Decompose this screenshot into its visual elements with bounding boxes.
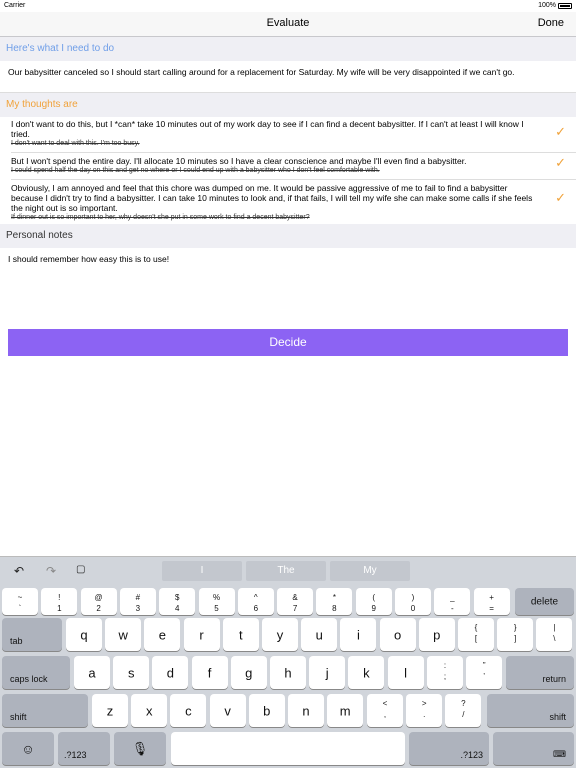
key-i[interactable]: i — [340, 618, 377, 651]
notes-textarea[interactable]: I should remember how easy this is to us… — [8, 254, 169, 264]
tab-key[interactable]: tab — [2, 618, 62, 651]
key-n[interactable]: n — [288, 694, 324, 727]
battery-indicator: 100% — [538, 2, 572, 9]
keyboard-dismiss-icon[interactable]: ⌨ — [493, 732, 574, 765]
section-header-thoughts: My thoughts are — [0, 93, 576, 117]
key-7[interactable]: & 7 — [277, 588, 314, 615]
status-bar: Carrier 100% — [0, 0, 576, 12]
key-q[interactable]: q — [66, 618, 102, 651]
thought-row[interactable]: But I won't spend the entire day. I'll a… — [0, 156, 576, 175]
thought-text: Obviously, I am annoyed and feel that th… — [11, 183, 533, 213]
shift-left-key[interactable]: shift — [2, 694, 88, 727]
key-symbol[interactable]: ”’ — [466, 656, 503, 689]
key-`[interactable]: ~ ` — [2, 588, 38, 615]
checkmark-icon: ✓ — [555, 190, 566, 205]
key-x[interactable]: x — [131, 694, 168, 727]
key-1[interactable]: ! 1 — [41, 588, 78, 615]
divider — [11, 152, 576, 153]
key-0[interactable]: ) 0 — [395, 588, 431, 615]
shift-right-key[interactable]: shift — [487, 694, 574, 727]
carrier-label: Carrier — [4, 2, 26, 9]
key-symbol[interactable]: <, — [367, 694, 403, 727]
key-l[interactable]: l — [387, 656, 424, 689]
thought-original-text: I could spend half the day on this and g… — [11, 167, 380, 174]
paste-icon[interactable]: ▢ — [76, 564, 85, 575]
key-s[interactable]: s — [113, 656, 150, 689]
key-y[interactable]: y — [262, 618, 298, 651]
key-u[interactable]: u — [301, 618, 338, 651]
suggestion-item[interactable]: The — [246, 561, 326, 581]
thought-row[interactable]: Obviously, I am annoyed and feel that th… — [0, 183, 576, 222]
key-c[interactable]: c — [170, 694, 207, 727]
keyboard: ↶ ↷ ▢ I The My delete tab caps lock retu… — [0, 556, 576, 768]
key-v[interactable]: v — [209, 694, 246, 727]
nav-bar: Evaluate Done — [0, 12, 576, 37]
key-h[interactable]: h — [270, 656, 306, 689]
battery-icon — [558, 2, 572, 9]
key-z[interactable]: z — [92, 694, 128, 727]
suggestion-item[interactable]: I — [162, 561, 242, 581]
return-key[interactable]: return — [506, 656, 574, 689]
numbers-key-left[interactable]: .?123 — [58, 732, 110, 765]
key-4[interactable]: $4 — [159, 588, 196, 615]
problem-text[interactable]: Our babysitter canceled so I should star… — [0, 61, 576, 93]
key-f[interactable]: f — [191, 656, 228, 689]
caps-lock-key[interactable]: caps lock — [2, 656, 70, 689]
key-t[interactable]: t — [222, 618, 259, 651]
decide-button[interactable]: Decide — [8, 329, 568, 356]
key-w[interactable]: w — [105, 618, 142, 651]
thought-text: I don't want to do this, but I *can* tak… — [11, 119, 524, 139]
emoji-key[interactable]: ☺ — [2, 732, 54, 765]
key-m[interactable]: m — [327, 694, 364, 727]
numbers-key-right[interactable]: .?123 — [409, 732, 489, 765]
thought-row[interactable]: I don't want to do this, but I *can* tak… — [0, 119, 576, 148]
checkmark-icon: ✓ — [555, 124, 566, 139]
redo-icon[interactable]: ↷ — [46, 564, 56, 578]
thought-original-text: I don't want to deal with this. I'm too … — [11, 140, 140, 147]
key-p[interactable]: p — [418, 618, 455, 651]
key-d[interactable]: d — [152, 656, 189, 689]
key-k[interactable]: k — [348, 656, 385, 689]
space-key[interactable] — [171, 732, 405, 765]
key-o[interactable]: o — [379, 618, 416, 651]
key-b[interactable]: b — [248, 694, 285, 727]
microphone-icon[interactable]: 🎙 — [114, 732, 166, 765]
key-j[interactable]: j — [309, 656, 346, 689]
thought-original-text: If dinner out is so important to her, wh… — [11, 214, 310, 221]
key--[interactable]: _ - — [434, 588, 471, 615]
divider — [11, 179, 576, 180]
key-symbol[interactable]: {[ — [458, 618, 494, 651]
key-a[interactable]: a — [74, 656, 110, 689]
key-2[interactable]: @2 — [80, 588, 117, 615]
undo-icon[interactable]: ↶ — [14, 564, 24, 578]
thought-text: But I won't spend the entire day. I'll a… — [11, 156, 467, 166]
key-symbol[interactable]: ? / — [445, 694, 482, 727]
suggestion-item[interactable]: My — [330, 561, 410, 581]
key-r[interactable]: r — [183, 618, 220, 651]
page-title: Evaluate — [266, 17, 310, 29]
key-symbol[interactable]: >. — [406, 694, 443, 727]
delete-key[interactable]: delete — [515, 588, 574, 615]
section-header-need: Here's what I need to do — [0, 37, 576, 61]
key-6[interactable]: ^ 6 — [237, 588, 274, 615]
checkmark-icon: ✓ — [555, 155, 566, 170]
key-8[interactable]: * 8 — [316, 588, 353, 615]
section-header-notes: Personal notes — [0, 224, 576, 248]
key-g[interactable]: g — [230, 656, 267, 689]
done-button[interactable]: Done — [538, 17, 564, 29]
battery-label: 100% — [538, 2, 556, 9]
key-symbol[interactable]: :; — [427, 656, 463, 689]
key-symbol[interactable]: | \ — [536, 618, 573, 651]
key-3[interactable]: #3 — [119, 588, 156, 615]
key-9[interactable]: (9 — [355, 588, 392, 615]
key-5[interactable]: % 5 — [198, 588, 235, 615]
key-e[interactable]: e — [144, 618, 181, 651]
key-=[interactable]: + = — [473, 588, 510, 615]
key-symbol[interactable]: }] — [497, 618, 534, 651]
